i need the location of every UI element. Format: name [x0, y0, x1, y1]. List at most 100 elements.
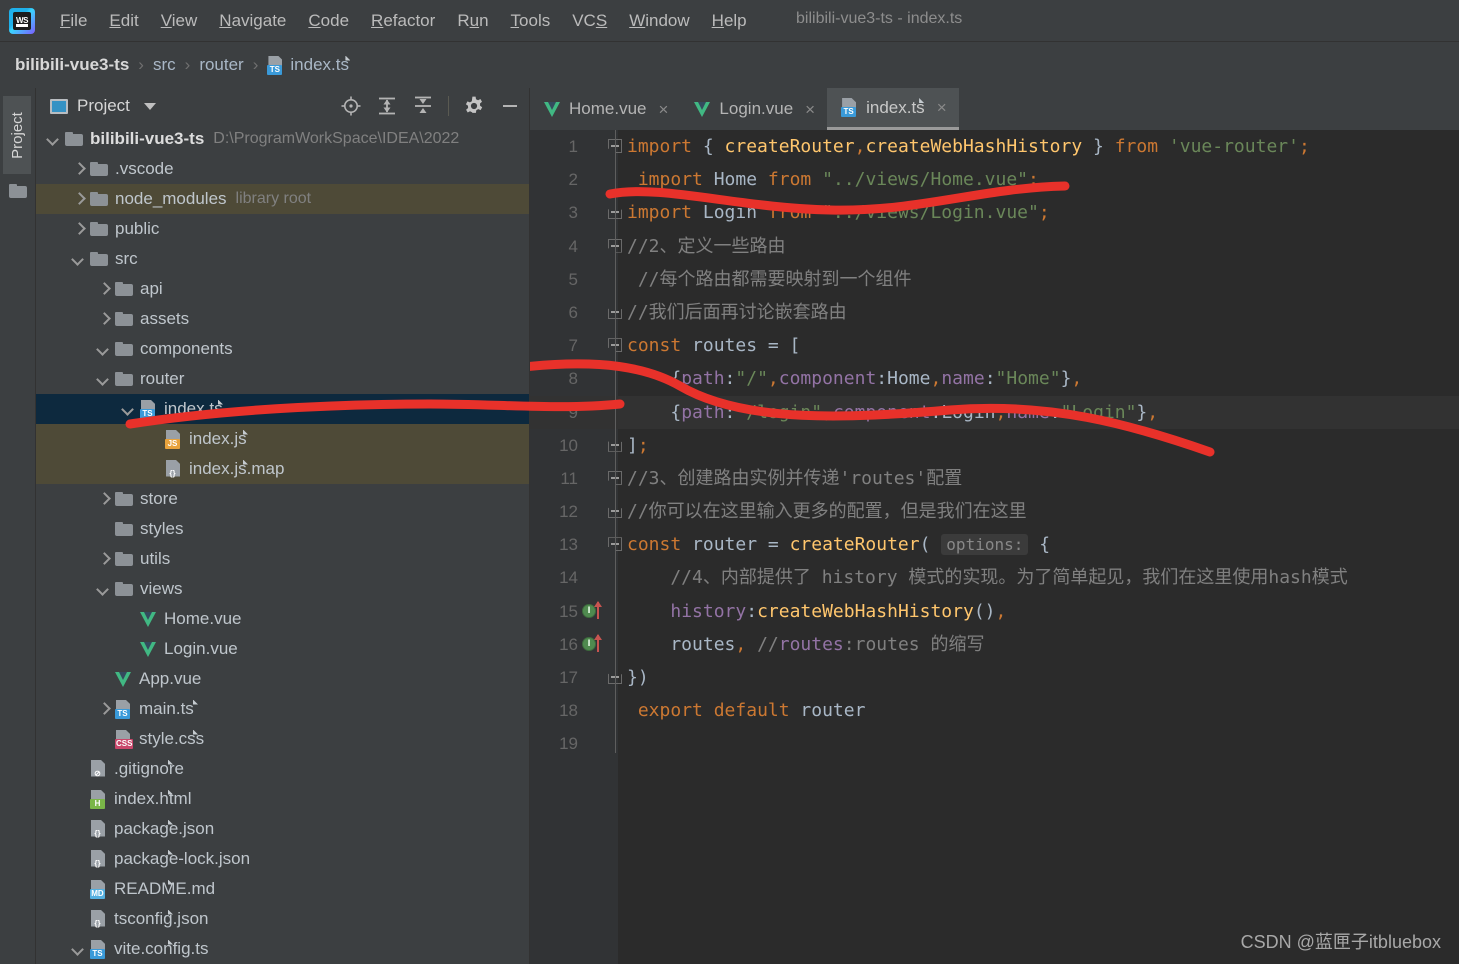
code-line[interactable]: 19: [530, 727, 1459, 760]
menu-item-edit[interactable]: Edit: [98, 7, 149, 35]
chevron-down-icon[interactable]: [98, 584, 109, 595]
chevron-down-icon[interactable]: [73, 254, 84, 265]
chevron-down-icon[interactable]: [48, 134, 59, 145]
tree-row-assets[interactable]: assets: [36, 304, 529, 334]
tree-row-login-vue[interactable]: Login.vue: [36, 634, 529, 664]
project-tree[interactable]: bilibili-vue3-tsD:\ProgramWorkSpace\IDEA…: [36, 124, 529, 964]
folder-icon[interactable]: [9, 184, 27, 198]
tree-row-index-html[interactable]: Hindex.html: [36, 784, 529, 814]
code-line[interactable]: 4//2、定义一些路由: [530, 230, 1459, 263]
chevron-right-icon[interactable]: [98, 494, 109, 505]
tree-row-package-json[interactable]: {}package.json: [36, 814, 529, 844]
menu-item-refactor[interactable]: Refactor: [360, 7, 446, 35]
code-lines[interactable]: 1import { createRouter,createWebHashHist…: [530, 130, 1459, 761]
tree-row-utils[interactable]: utils: [36, 544, 529, 574]
editor-tab-login-vue[interactable]: Login.vue×: [680, 88, 827, 130]
tree-row-vite-config-ts[interactable]: TSvite.config.ts: [36, 934, 529, 964]
chevron-right-icon[interactable]: [73, 164, 84, 175]
code-line[interactable]: 1import { createRouter,createWebHashHist…: [530, 130, 1459, 163]
code-line[interactable]: 5 //每个路由都需要映射到一个组件: [530, 263, 1459, 296]
tree-row--vscode[interactable]: .vscode: [36, 154, 529, 184]
chevron-right-icon[interactable]: [98, 314, 109, 325]
chevron-right-icon[interactable]: [98, 554, 109, 565]
close-icon[interactable]: ×: [937, 99, 947, 116]
code-line[interactable]: 14 //4、内部提供了 history 模式的实现。为了简单起见，我们在这里使…: [530, 561, 1459, 594]
tree-row-main-ts[interactable]: TSmain.ts: [36, 694, 529, 724]
breadcrumb-item-src[interactable]: src: [153, 55, 176, 75]
chevron-down-icon[interactable]: [123, 404, 134, 415]
tree-row-package-lock-json[interactable]: {}package-lock.json: [36, 844, 529, 874]
breadcrumb-item-project[interactable]: bilibili-vue3-ts: [15, 55, 129, 75]
tree-row-styles[interactable]: styles: [36, 514, 529, 544]
code-line[interactable]: 18 export default router: [530, 694, 1459, 727]
menu-item-window[interactable]: Window: [618, 7, 700, 35]
code-line[interactable]: 12//你可以在这里输入更多的配置，但是我们在这里: [530, 495, 1459, 528]
tree-row-readme-md[interactable]: MDREADME.md: [36, 874, 529, 904]
chevron-down-icon[interactable]: [73, 944, 84, 955]
tool-tab-project[interactable]: Project: [3, 96, 31, 174]
expand-all-icon[interactable]: [376, 95, 398, 117]
tree-row--gitignore[interactable]: ⊘.gitignore: [36, 754, 529, 784]
tree-row-index-ts[interactable]: TSindex.ts: [36, 394, 529, 424]
code-line[interactable]: 2 import Home from "../views/Home.vue";: [530, 163, 1459, 196]
typescript-file-icon: TS: [90, 940, 107, 959]
tree-row-tsconfig-json[interactable]: {}tsconfig.json: [36, 904, 529, 934]
tree-row-router[interactable]: router: [36, 364, 529, 394]
menu-item-view[interactable]: View: [150, 7, 209, 35]
tree-row-label: api: [140, 279, 163, 299]
code-line[interactable]: 3import Login from "../views/Login.vue";: [530, 196, 1459, 229]
tree-row-public[interactable]: public: [36, 214, 529, 244]
tree-row-bilibili-vue3-ts[interactable]: bilibili-vue3-tsD:\ProgramWorkSpace\IDEA…: [36, 124, 529, 154]
implemented-marker-icon[interactable]: I: [582, 635, 602, 653]
tree-row-components[interactable]: components: [36, 334, 529, 364]
menu-item-file[interactable]: File: [49, 7, 98, 35]
tree-row-app-vue[interactable]: App.vue: [36, 664, 529, 694]
breadcrumb-item-router[interactable]: router: [199, 55, 243, 75]
code-line[interactable]: 13const router = createRouter( options: …: [530, 528, 1459, 561]
menu-item-tools[interactable]: Tools: [500, 7, 562, 35]
menu-item-navigate[interactable]: Navigate: [208, 7, 297, 35]
code-line[interactable]: 6//我们后面再讨论嵌套路由: [530, 296, 1459, 329]
code-line[interactable]: 16I routes, //routes:routes 的缩写: [530, 628, 1459, 661]
tree-spacer: [98, 674, 109, 685]
editor-tab-home-vue[interactable]: Home.vue×: [530, 88, 680, 130]
code-line[interactable]: 9 {path:"/login",component:Login,name:"L…: [530, 396, 1459, 429]
tree-row-node-modules[interactable]: node_moduleslibrary root: [36, 184, 529, 214]
tree-row-views[interactable]: views: [36, 574, 529, 604]
breadcrumb-item-file[interactable]: TS index.ts: [267, 55, 349, 75]
code-line[interactable]: 10];: [530, 429, 1459, 462]
tree-row-index-js-map[interactable]: {}index.js.map: [36, 454, 529, 484]
code-line[interactable]: 11//3、创建路由实例并传递'routes'配置: [530, 462, 1459, 495]
menu-item-code[interactable]: Code: [297, 7, 360, 35]
tree-row-index-js[interactable]: JSindex.js: [36, 424, 529, 454]
implemented-marker-icon[interactable]: I: [582, 602, 602, 620]
code-line[interactable]: 8 {path:"/",component:Home,name:"Home"},: [530, 362, 1459, 395]
chevron-right-icon[interactable]: [98, 704, 109, 715]
close-icon[interactable]: ×: [805, 101, 815, 118]
code-editor[interactable]: 1import { createRouter,createWebHashHist…: [530, 130, 1459, 964]
folder-icon: [90, 252, 108, 266]
chevron-down-icon[interactable]: [98, 374, 109, 385]
code-line[interactable]: 7const routes = [: [530, 329, 1459, 362]
chevron-down-icon[interactable]: [144, 103, 156, 110]
editor-tab-index-ts[interactable]: TSindex.ts×: [827, 88, 959, 130]
tree-row-style-css[interactable]: CSSstyle.css: [36, 724, 529, 754]
chevron-right-icon[interactable]: [73, 224, 84, 235]
chevron-right-icon[interactable]: [73, 194, 84, 205]
close-icon[interactable]: ×: [658, 101, 668, 118]
collapse-all-icon[interactable]: [412, 95, 434, 117]
minimize-icon[interactable]: [499, 95, 521, 117]
locate-icon[interactable]: [340, 95, 362, 117]
chevron-right-icon[interactable]: [98, 284, 109, 295]
code-line[interactable]: 15I history:createWebHashHistory(),: [530, 595, 1459, 628]
menu-item-help[interactable]: Help: [701, 7, 758, 35]
tree-row-src[interactable]: src: [36, 244, 529, 274]
menu-item-run[interactable]: Run: [446, 7, 499, 35]
code-line[interactable]: 17}): [530, 661, 1459, 694]
menu-item-vcs[interactable]: VCS: [561, 7, 618, 35]
tree-row-store[interactable]: store: [36, 484, 529, 514]
chevron-down-icon[interactable]: [98, 344, 109, 355]
tree-row-home-vue[interactable]: Home.vue: [36, 604, 529, 634]
tree-row-api[interactable]: api: [36, 274, 529, 304]
gear-icon[interactable]: [463, 95, 485, 117]
